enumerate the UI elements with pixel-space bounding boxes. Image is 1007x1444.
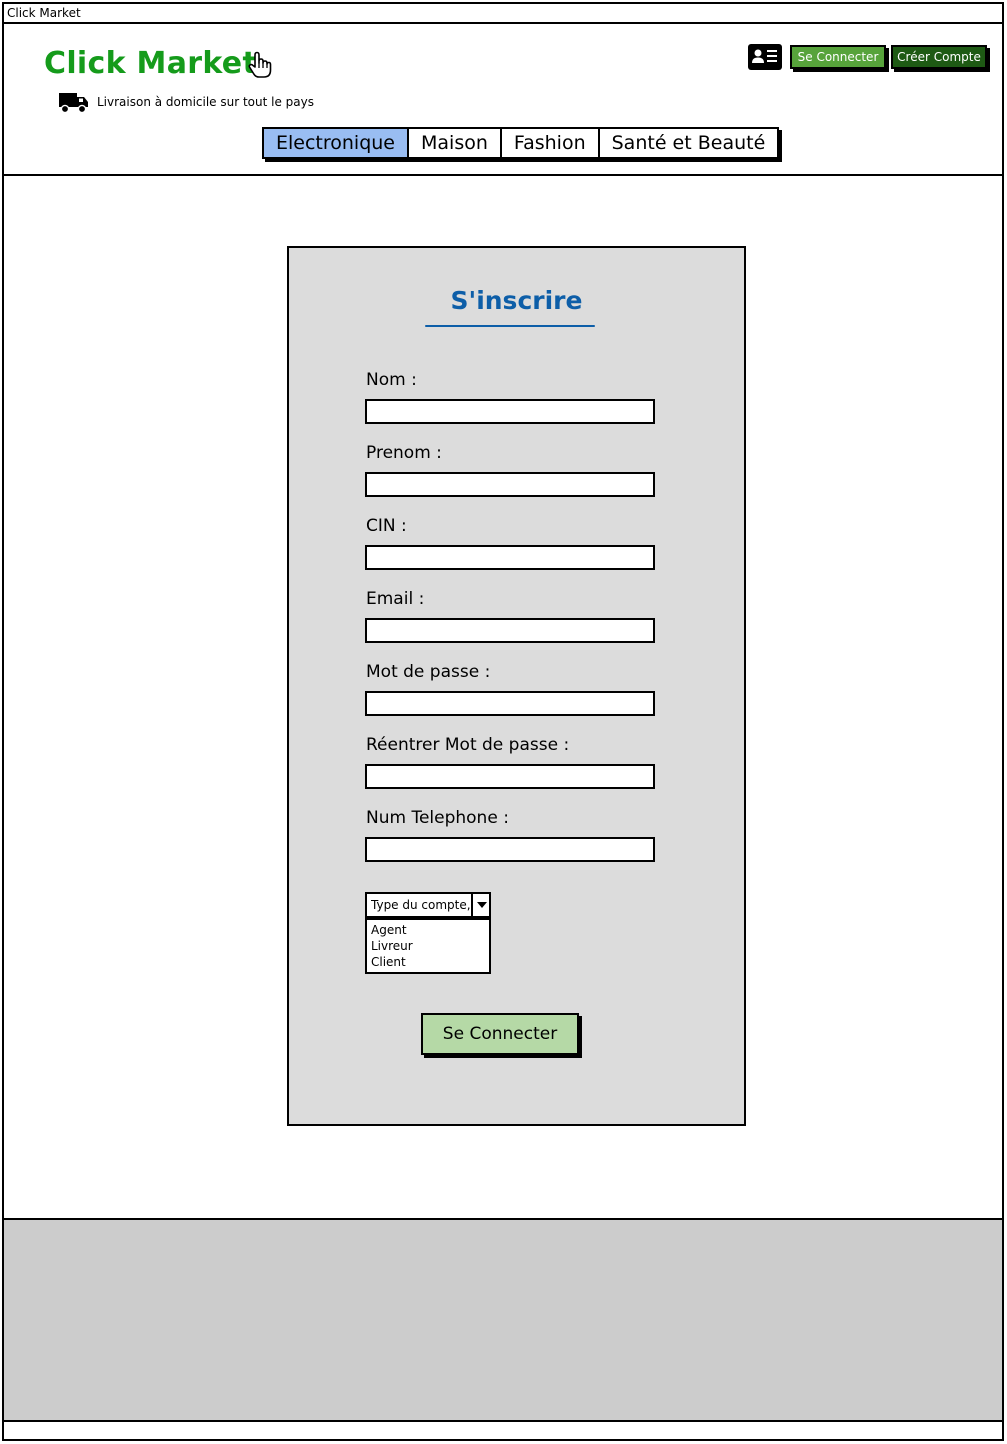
site-header: Click Market Livraison à domicile sur to… (4, 24, 1002, 176)
nom-input[interactable] (365, 399, 655, 424)
option-client[interactable]: Client (371, 954, 485, 970)
option-agent[interactable]: Agent (371, 922, 485, 938)
title-underline (425, 325, 595, 327)
submit-button[interactable]: Se Connecter (421, 1013, 579, 1055)
hand-pointer-icon (248, 51, 272, 78)
id-card-icon[interactable] (748, 44, 782, 70)
app-window: Click Market Click Market Livraison à do… (2, 2, 1004, 1441)
signup-form: S'inscrire Nom : Prenom : CIN : Email : … (287, 246, 746, 1126)
account-type-value: Type du compte, (371, 898, 471, 912)
window-title: Click Market (4, 4, 1002, 24)
prenom-label: Prenom : (366, 443, 442, 463)
cin-input[interactable] (365, 545, 655, 570)
email-input[interactable] (365, 618, 655, 643)
phone-label: Num Telephone : (366, 808, 509, 828)
email-label: Email : (366, 589, 425, 609)
tab-electronique[interactable]: Electronique (264, 129, 410, 157)
nom-label: Nom : (366, 370, 417, 390)
prenom-input[interactable] (365, 472, 655, 497)
truck-icon (59, 93, 88, 114)
tab-sante-beaute[interactable]: Santé et Beauté (599, 129, 778, 157)
login-button[interactable]: Se Connecter (790, 45, 886, 69)
password-label: Mot de passe : (366, 662, 491, 682)
account-type-options: Agent Livreur Client (365, 918, 491, 974)
page-footer (4, 1218, 1002, 1422)
create-account-button[interactable]: Créer Compte (891, 45, 987, 69)
delivery-text: Livraison à domicile sur tout le pays (97, 95, 315, 109)
confirm-password-input[interactable] (365, 764, 655, 789)
option-livreur[interactable]: Livreur (371, 938, 485, 954)
phone-input[interactable] (365, 837, 655, 862)
form-title: S'inscrire (450, 286, 583, 315)
tab-maison[interactable]: Maison (409, 129, 502, 157)
tab-fashion[interactable]: Fashion (501, 129, 600, 157)
chevron-down-icon[interactable] (471, 894, 489, 916)
cin-label: CIN : (366, 516, 407, 536)
category-tabs: Electronique Maison Fashion Santé et Bea… (262, 127, 780, 159)
password-input[interactable] (365, 691, 655, 716)
site-logo[interactable]: Click Market (44, 46, 257, 81)
confirm-password-label: Réentrer Mot de passe : (366, 735, 570, 755)
account-type-select[interactable]: Type du compte, (365, 892, 491, 918)
